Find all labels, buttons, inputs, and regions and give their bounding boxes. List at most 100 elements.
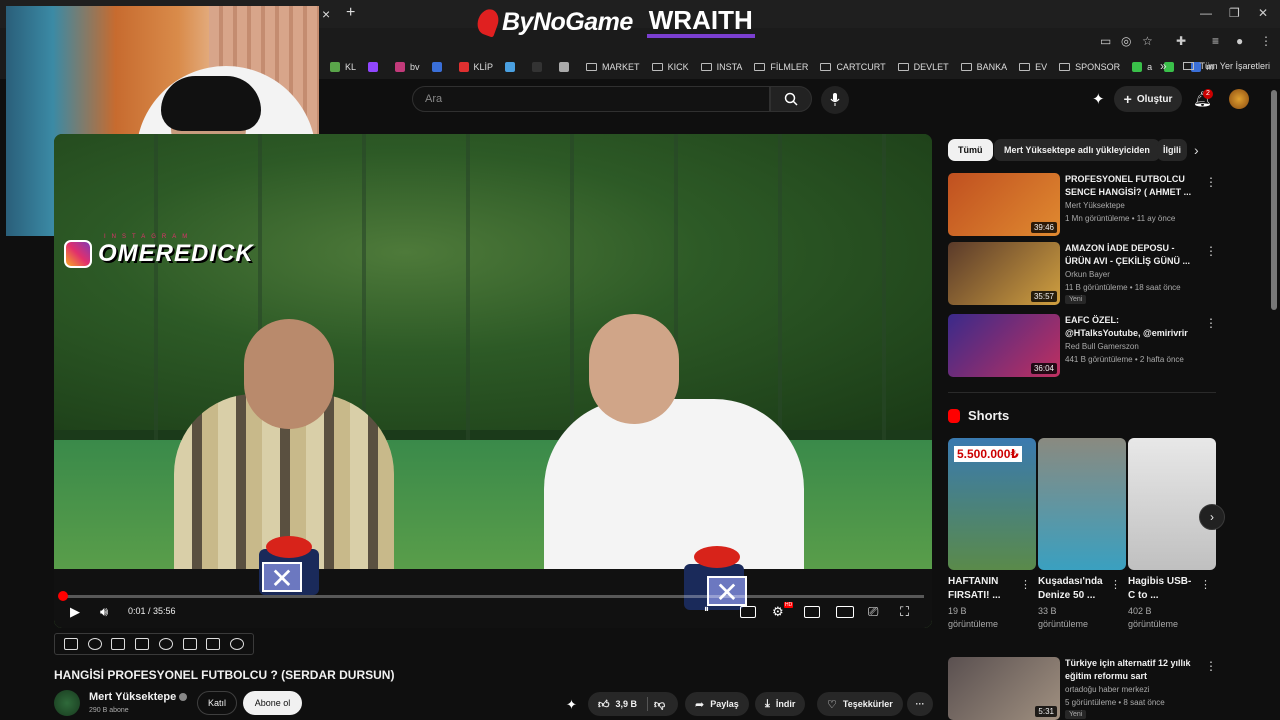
loop-icon[interactable] <box>63 638 78 650</box>
recommendation-channel[interactable]: ortadoğu haber merkezi <box>1065 685 1150 694</box>
bookmark-item[interactable]: a <box>1132 62 1152 72</box>
sparkle-icon[interactable]: ✦ <box>1092 90 1105 108</box>
shorts-next-button[interactable]: › <box>1199 504 1225 530</box>
short-thumbnail[interactable] <box>1038 438 1126 570</box>
clapperboard-icon[interactable] <box>111 638 126 650</box>
cast-icon[interactable]: ▭ <box>1100 34 1111 48</box>
speed-icon[interactable] <box>158 638 173 650</box>
short-title[interactable]: HAFTANIN FIRSATI! ... <box>948 575 1018 603</box>
bookmark-item[interactable]: bv <box>395 62 420 72</box>
bookmark-item[interactable]: KL <box>330 62 356 72</box>
bookmark-folder[interactable]: MARKET <box>586 62 640 72</box>
chip-related[interactable]: İlgili <box>1157 139 1187 161</box>
bookmark-item[interactable] <box>532 62 547 72</box>
recommendation-title[interactable]: Türkiye için alternatif 12 yıllık eğitim… <box>1065 657 1195 683</box>
recommendation-channel[interactable]: Mert Yüksektepe <box>1065 201 1125 210</box>
fullscreen-icon[interactable]: ⛶ <box>900 604 909 620</box>
media-icon[interactable]: ≡ <box>1212 34 1219 48</box>
channel-name[interactable]: Mert Yüksektepe <box>89 691 188 703</box>
bookmark-item[interactable] <box>431 62 447 72</box>
more-options-icon[interactable]: ⋮ <box>1205 659 1217 673</box>
settings-gear-icon[interactable] <box>230 638 245 650</box>
subscribe-button[interactable]: Abone ol <box>243 691 302 715</box>
more-options-icon[interactable]: ⋮ <box>1110 578 1121 591</box>
progress-scrubber[interactable] <box>58 591 68 601</box>
recommendation-channel[interactable]: Red Bull Gamerszon <box>1065 342 1139 351</box>
join-button[interactable]: Katıl <box>197 691 237 715</box>
short-thumbnail[interactable]: 5.500.000₺ <box>948 438 1036 570</box>
all-bookmarks[interactable]: Tüm Yer İşaretleri <box>1183 61 1270 71</box>
recommendation-item[interactable]: 35:57 AMAZON İADE DEPOSU - ÜRÜN AVI - ÇEK… <box>948 242 1218 306</box>
bookmark-folder[interactable]: INSTA <box>700 62 742 72</box>
bookmark-folder[interactable]: KICK <box>651 62 689 72</box>
bookmark-item[interactable]: KLİP <box>458 62 493 72</box>
frame-icon[interactable] <box>135 638 150 650</box>
download-button[interactable]: ⤓ İndir <box>755 692 806 716</box>
dislike-icon[interactable]: 👎︎ <box>654 698 665 711</box>
autoplay-toggle-icon[interactable]: ⏸ <box>704 604 709 615</box>
avatar[interactable] <box>1229 89 1249 109</box>
video-thumbnail[interactable]: 5:31 <box>948 657 1060 720</box>
close-tab-icon[interactable]: × <box>322 6 330 22</box>
extensions-icon[interactable]: ✚ <box>1176 34 1186 48</box>
thanks-button[interactable]: ♡ Teşekkürler <box>817 692 903 716</box>
more-options-icon[interactable]: ⋮ <box>1205 244 1217 258</box>
more-actions-button[interactable]: ··· <box>907 692 933 716</box>
create-button[interactable]: + Oluştur <box>1114 86 1182 112</box>
cast-icon[interactable]: ⎚ <box>868 604 878 620</box>
video-thumbnail[interactable]: 35:57 <box>948 242 1060 305</box>
maximize-icon[interactable]: ❐ <box>1229 6 1240 20</box>
channel-avatar[interactable] <box>54 690 80 716</box>
search-button[interactable] <box>770 86 812 112</box>
bookmark-item[interactable] <box>505 62 520 72</box>
search-input[interactable]: Ara <box>412 86 770 112</box>
bookmark-item[interactable] <box>559 62 574 72</box>
more-bookmarks-icon[interactable]: » <box>1160 59 1167 73</box>
like-icon[interactable]: 👍︎ <box>598 698 610 711</box>
video-thumbnail[interactable]: 39:46 <box>948 173 1060 236</box>
pip-icon[interactable] <box>182 638 197 650</box>
menu-icon[interactable]: ⋮ <box>1260 34 1272 48</box>
recommendation-item[interactable]: 5:31 Türkiye için alternatif 12 yıllık eğ… <box>948 657 1218 720</box>
recommendation-channel[interactable]: Orkun Bayer <box>1065 270 1110 279</box>
voice-search-button[interactable] <box>821 86 849 114</box>
profile-icon[interactable]: ● <box>1236 34 1243 48</box>
theater-mode-icon[interactable] <box>836 606 854 618</box>
broadcast-icon[interactable] <box>87 638 102 650</box>
eye-off-icon[interactable]: ◎ <box>1121 34 1131 48</box>
short-title[interactable]: Kuşadası'nda Denize 50 ... <box>1038 575 1108 603</box>
chip-all[interactable]: Tümü <box>948 139 993 161</box>
video-player[interactable]: ✕ ✕ INSTAGRAM OMEREDICK ▶ 🔊︎ 0:01 / 35:5… <box>54 134 932 628</box>
subtitles-icon[interactable] <box>740 606 756 618</box>
miniplayer-icon[interactable] <box>804 606 820 618</box>
recommendation-title[interactable]: PROFESYONEL FUTBOLCU SENCE HANGİSİ? ( AH… <box>1065 173 1195 199</box>
share-button[interactable]: ➦ Paylaş <box>685 692 749 716</box>
scrollbar[interactable] <box>1271 90 1277 310</box>
short-thumbnail[interactable] <box>1128 438 1216 570</box>
recommendation-item[interactable]: 36:04 EAFC ÖZEL: @HTalksYoutube, @emirivr… <box>948 314 1218 378</box>
chevron-right-icon[interactable]: › <box>1194 142 1199 158</box>
bookmark-folder[interactable]: CARTCURT <box>820 62 886 72</box>
short-title[interactable]: Hagibis USB-C to ... <box>1128 575 1198 603</box>
more-options-icon[interactable]: ⋮ <box>1200 578 1211 591</box>
recommendation-item[interactable]: 39:46 PROFESYONEL FUTBOLCU SENCE HANGİSİ?… <box>948 173 1218 237</box>
bookmark-folder[interactable]: DEVLET <box>897 62 949 72</box>
new-tab-icon[interactable]: + <box>346 4 355 22</box>
bookmark-folder[interactable]: FİLMLER <box>754 62 808 72</box>
settings-icon[interactable]: ⚙ <box>772 604 784 620</box>
bookmark-folder[interactable]: SPONSOR <box>1059 62 1120 72</box>
screenshot-icon[interactable] <box>206 638 221 650</box>
video-thumbnail[interactable]: 36:04 <box>948 314 1060 377</box>
more-options-icon[interactable]: ⋮ <box>1205 316 1217 330</box>
short-item[interactable]: 5.500.000₺ HAFTANIN FIRSATI! ... 19 B görü… <box>948 438 1036 631</box>
volume-icon[interactable]: 🔊︎ <box>100 604 108 620</box>
play-icon[interactable]: ▶ <box>70 604 80 620</box>
window-close-icon[interactable]: ✕ <box>1258 6 1268 20</box>
bookmark-item[interactable] <box>368 62 383 72</box>
minimize-icon[interactable]: — <box>1200 6 1212 20</box>
more-options-icon[interactable]: ⋮ <box>1020 578 1031 591</box>
progress-bar[interactable] <box>62 595 924 598</box>
chip-uploader[interactable]: Mert Yüksektepe adlı yükleyiciden <box>994 139 1160 161</box>
star-icon[interactable]: ☆ <box>1142 34 1153 48</box>
bookmark-folder[interactable]: EV <box>1019 62 1047 72</box>
